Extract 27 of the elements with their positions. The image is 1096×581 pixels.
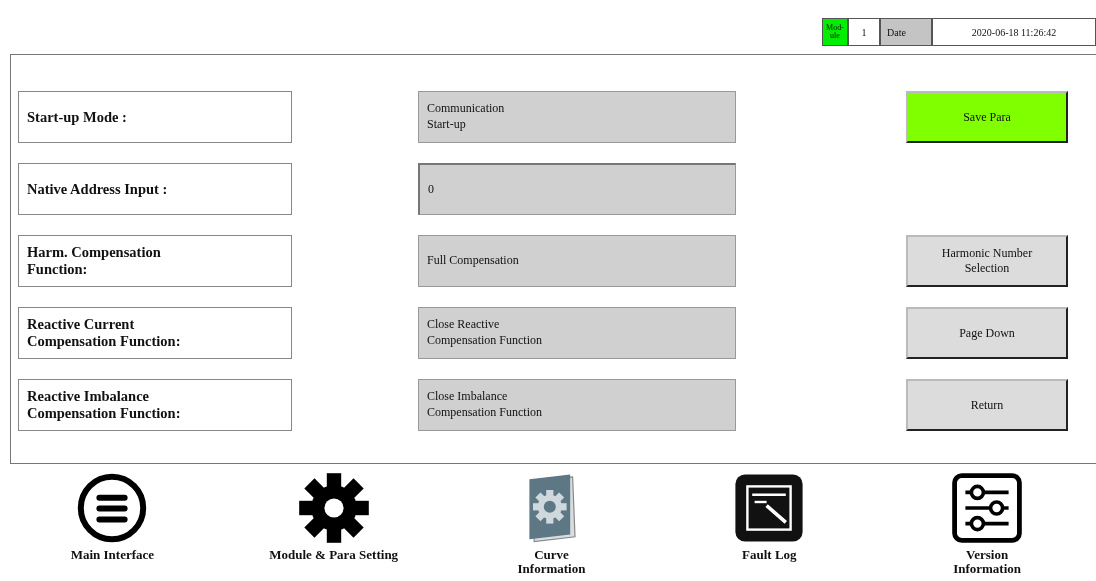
menu-icon[interactable] xyxy=(76,472,149,544)
module-label: Mod- ule xyxy=(822,18,848,46)
parameter-label: Reactive Imbalance Compensation Function: xyxy=(18,379,292,431)
nav-label[interactable]: Main Interface xyxy=(70,548,155,562)
parameter-label: Start-up Mode : xyxy=(18,91,292,143)
settings-icon[interactable] xyxy=(297,472,370,544)
parameter-label: Native Address Input : xyxy=(18,163,292,215)
action-button[interactable]: Return xyxy=(906,379,1068,431)
action-button[interactable]: Harmonic Number Selection xyxy=(906,235,1068,287)
module-number: 1 xyxy=(848,18,880,46)
value-display: Communication Start-up xyxy=(418,91,736,143)
nav-label[interactable]: Fault Log xyxy=(742,548,797,562)
nav-label[interactable]: Module & Para Setting xyxy=(269,548,399,562)
nav-label[interactable]: Curve Information xyxy=(517,548,586,576)
sliders-icon[interactable] xyxy=(951,472,1024,544)
input-field[interactable]: 0 xyxy=(418,163,736,215)
nav-label[interactable]: Version Information xyxy=(953,548,1022,576)
parameter-label: Reactive Current Compensation Function: xyxy=(18,307,292,359)
date-time: 2020-06-18 11:26:42 xyxy=(932,18,1096,46)
date-label: Date xyxy=(880,18,932,46)
save-button[interactable]: Save Para xyxy=(906,91,1068,143)
action-button[interactable]: Page Down xyxy=(906,307,1068,359)
edit-window-icon[interactable] xyxy=(733,472,806,544)
value-display: Full Compensation xyxy=(418,235,736,287)
value-display: Close Reactive Compensation Function xyxy=(418,307,736,359)
value-display: Close Imbalance Compensation Function xyxy=(418,379,736,431)
parameter-label: Harm. Compensation Function: xyxy=(18,235,292,287)
